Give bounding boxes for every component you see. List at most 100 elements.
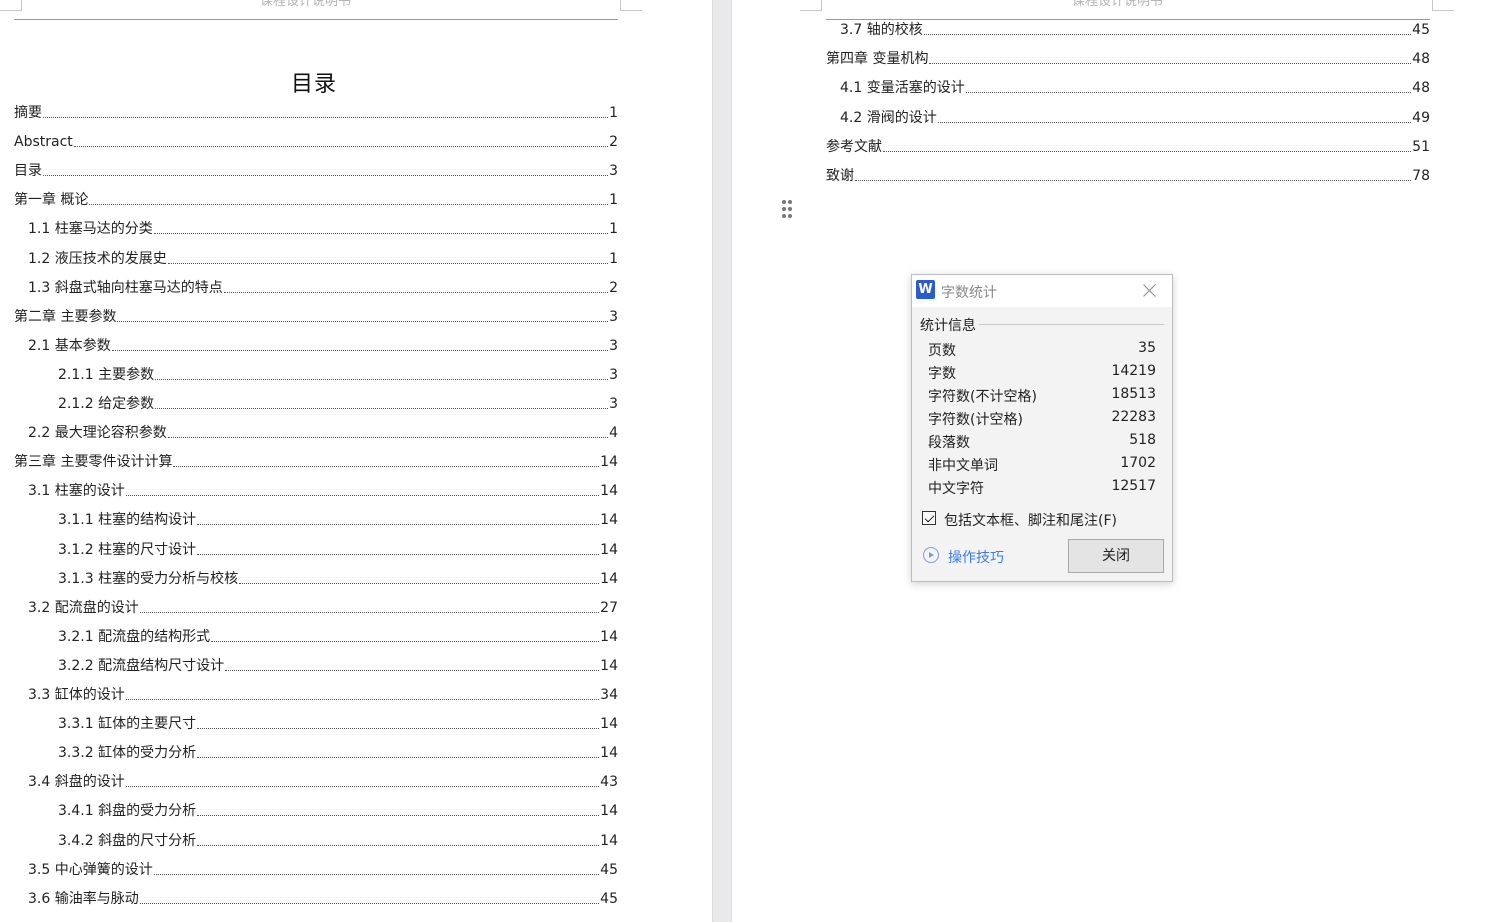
toc-entry-label: 1.3 斜盘式轴向柱塞马达的特点 [28,280,223,296]
toc-entry-page: 2 [609,134,618,150]
toc-entry-page: 3 [609,163,618,179]
toc-entry-label: 第一章 概论 [14,192,89,208]
toc-entry-page: 48 [1412,80,1430,96]
toc-entry[interactable]: 3.2.2 配流盘结构尺寸设计 14 [58,657,618,675]
toc-leader-dots [965,92,1412,93]
page-corner-mark [0,0,22,11]
stat-row: 中文字符 12517 [928,478,1156,498]
toc-leader-dots [43,117,609,118]
toc-leader-dots [111,350,609,351]
toc-entry[interactable]: 3.4 斜盘的设计 43 [28,773,618,791]
stat-value: 22283 [1111,409,1156,425]
toc-leader-dots [197,728,600,729]
toc-leader-dots [173,466,600,467]
toc-leader-dots [225,670,600,671]
toc-leader-dots [855,180,1412,181]
toc-leader-dots [239,583,600,584]
toc-entry-page: 1 [609,251,618,267]
toc-leader-dots [197,815,600,816]
toc-leader-dots [125,495,600,496]
toc-entry-label: 第四章 变量机构 [826,51,929,67]
toc-leader-dots [125,699,600,700]
drag-handle-icon[interactable] [782,200,794,220]
toc-entry[interactable]: 4.2 滑阀的设计 49 [840,109,1430,127]
toc-entry-label: 3.2.2 配流盘结构尺寸设计 [58,658,225,674]
toc-entry[interactable]: 3.6 输油率与脉动 45 [28,890,618,908]
toc-entry[interactable]: Abstract 2 [14,133,618,151]
include-textboxes-label[interactable]: 包括文本框、脚注和尾注(F) [944,510,1117,530]
toc-leader-dots [167,263,609,264]
dialog-titlebar[interactable]: W 字数统计 [912,275,1172,307]
toc-entry[interactable]: 2.1.1 主要参数 3 [58,366,618,384]
toc-entry[interactable]: 3.1.3 柱塞的受力分析与校核 14 [58,570,618,588]
stat-label: 字符数(计空格) [928,412,1023,428]
toc-leader-dots [89,204,609,205]
toc-leader-dots [43,175,609,176]
toc-entry-label: 致谢 [826,168,854,184]
stat-label: 页数 [928,343,956,359]
toc-entry-page: 3 [609,396,618,412]
word-count-dialog: W 字数统计 统计信息 页数 35 字数 14219 字符数(不计空格) 18513 字符数… [911,274,1173,582]
toc-entry-label: 4.1 变量活塞的设计 [840,80,965,96]
toc-entry[interactable]: 2.2 最大理论容积参数 4 [28,424,618,442]
stat-value: 518 [1129,432,1156,448]
toc-entry[interactable]: 参考文献 51 [826,138,1430,156]
toc-entry[interactable]: 致谢 78 [826,167,1430,185]
stat-row: 段落数 518 [928,432,1156,452]
toc-entry[interactable]: 第三章 主要零件设计计算 14 [14,453,618,471]
toc-entry[interactable]: 第二章 主要参数 3 [14,308,618,326]
include-textboxes-checkbox[interactable] [922,511,936,525]
toc-entry[interactable]: 3.2 配流盘的设计 27 [28,599,618,617]
page-header-text: 课程设计说明书 [1072,0,1164,9]
toc-entry[interactable]: 3.1.2 柱塞的尺寸设计 14 [58,541,618,559]
toc-entry[interactable]: 第四章 变量机构 48 [826,50,1430,68]
toc-entry[interactable]: 3.2.1 配流盘的结构形式 14 [58,628,618,646]
toc-entry[interactable]: 3.4.2 斜盘的尺寸分析 14 [58,832,618,850]
toc-entry-page: 27 [600,600,618,616]
toc-entry-label: 1.2 液压技术的发展史 [28,251,167,267]
toc-entry[interactable]: 3.1.1 柱塞的结构设计 14 [58,511,618,529]
toc-entry-label: 第三章 主要零件设计计算 [14,454,173,470]
toc-entry[interactable]: 1.2 液压技术的发展史 1 [28,250,618,268]
close-icon[interactable] [1142,282,1158,298]
stat-label: 字数 [928,366,956,382]
toc-entry-page: 1 [609,105,618,121]
stat-value: 35 [1138,340,1156,356]
toc-entry[interactable]: 1.3 斜盘式轴向柱塞马达的特点 2 [28,279,618,297]
tips-link[interactable]: 操作技巧 [948,547,1004,567]
toc-entry[interactable]: 1.1 柱塞马达的分类 1 [28,220,618,238]
toc-entry-page: 78 [1412,168,1430,184]
toc-entry[interactable]: 目录 3 [14,162,618,180]
document-page-left[interactable]: 课程设计说明书 目录 摘要 1 Abstract 2 目录 3 第一章 概论 1 1.1 柱塞马… [0,0,712,922]
toc-entry[interactable]: 4.1 变量活塞的设计 48 [840,79,1430,97]
wps-logo-icon: W [916,280,935,299]
toc-entry[interactable]: 3.7 轴的校核 45 [840,21,1430,39]
close-button[interactable]: 关闭 [1068,539,1164,573]
toc-entry[interactable]: 3.4.1 斜盘的受力分析 14 [58,802,618,820]
toc-entry-label: 3.4.2 斜盘的尺寸分析 [58,833,197,849]
toc-entry-label: 3.4.1 斜盘的受力分析 [58,803,197,819]
toc-entry-page: 14 [600,571,618,587]
toc-entry[interactable]: 3.1 柱塞的设计 14 [28,482,618,500]
play-circle-icon[interactable] [923,547,939,563]
toc-entry-page: 4 [609,425,618,441]
toc-leader-dots [929,63,1412,64]
stat-label: 字符数(不计空格) [928,389,1037,405]
toc-leader-dots [139,903,600,904]
toc-entry-page: 14 [600,629,618,645]
toc-entry[interactable]: 摘要 1 [14,104,618,122]
toc-entry-page: 1 [609,221,618,237]
toc-entry[interactable]: 3.5 中心弹簧的设计 45 [28,861,618,879]
toc-entry-page: 3 [609,338,618,354]
toc-entry-page: 45 [1412,22,1430,38]
toc-entry[interactable]: 2.1.2 给定参数 3 [58,395,618,413]
toc-leader-dots [211,641,600,642]
toc-entry[interactable]: 3.3.2 缸体的受力分析 14 [58,744,618,762]
toc-entry[interactable]: 第一章 概论 1 [14,191,618,209]
toc-entry[interactable]: 3.3.1 缸体的主要尺寸 14 [58,715,618,733]
toc-entry[interactable]: 3.3 缸体的设计 34 [28,686,618,704]
toc-entry-page: 45 [600,862,618,878]
toc-entry[interactable]: 2.1 基本参数 3 [28,337,618,355]
stat-value: 12517 [1111,478,1156,494]
toc-leader-dots [153,874,600,875]
